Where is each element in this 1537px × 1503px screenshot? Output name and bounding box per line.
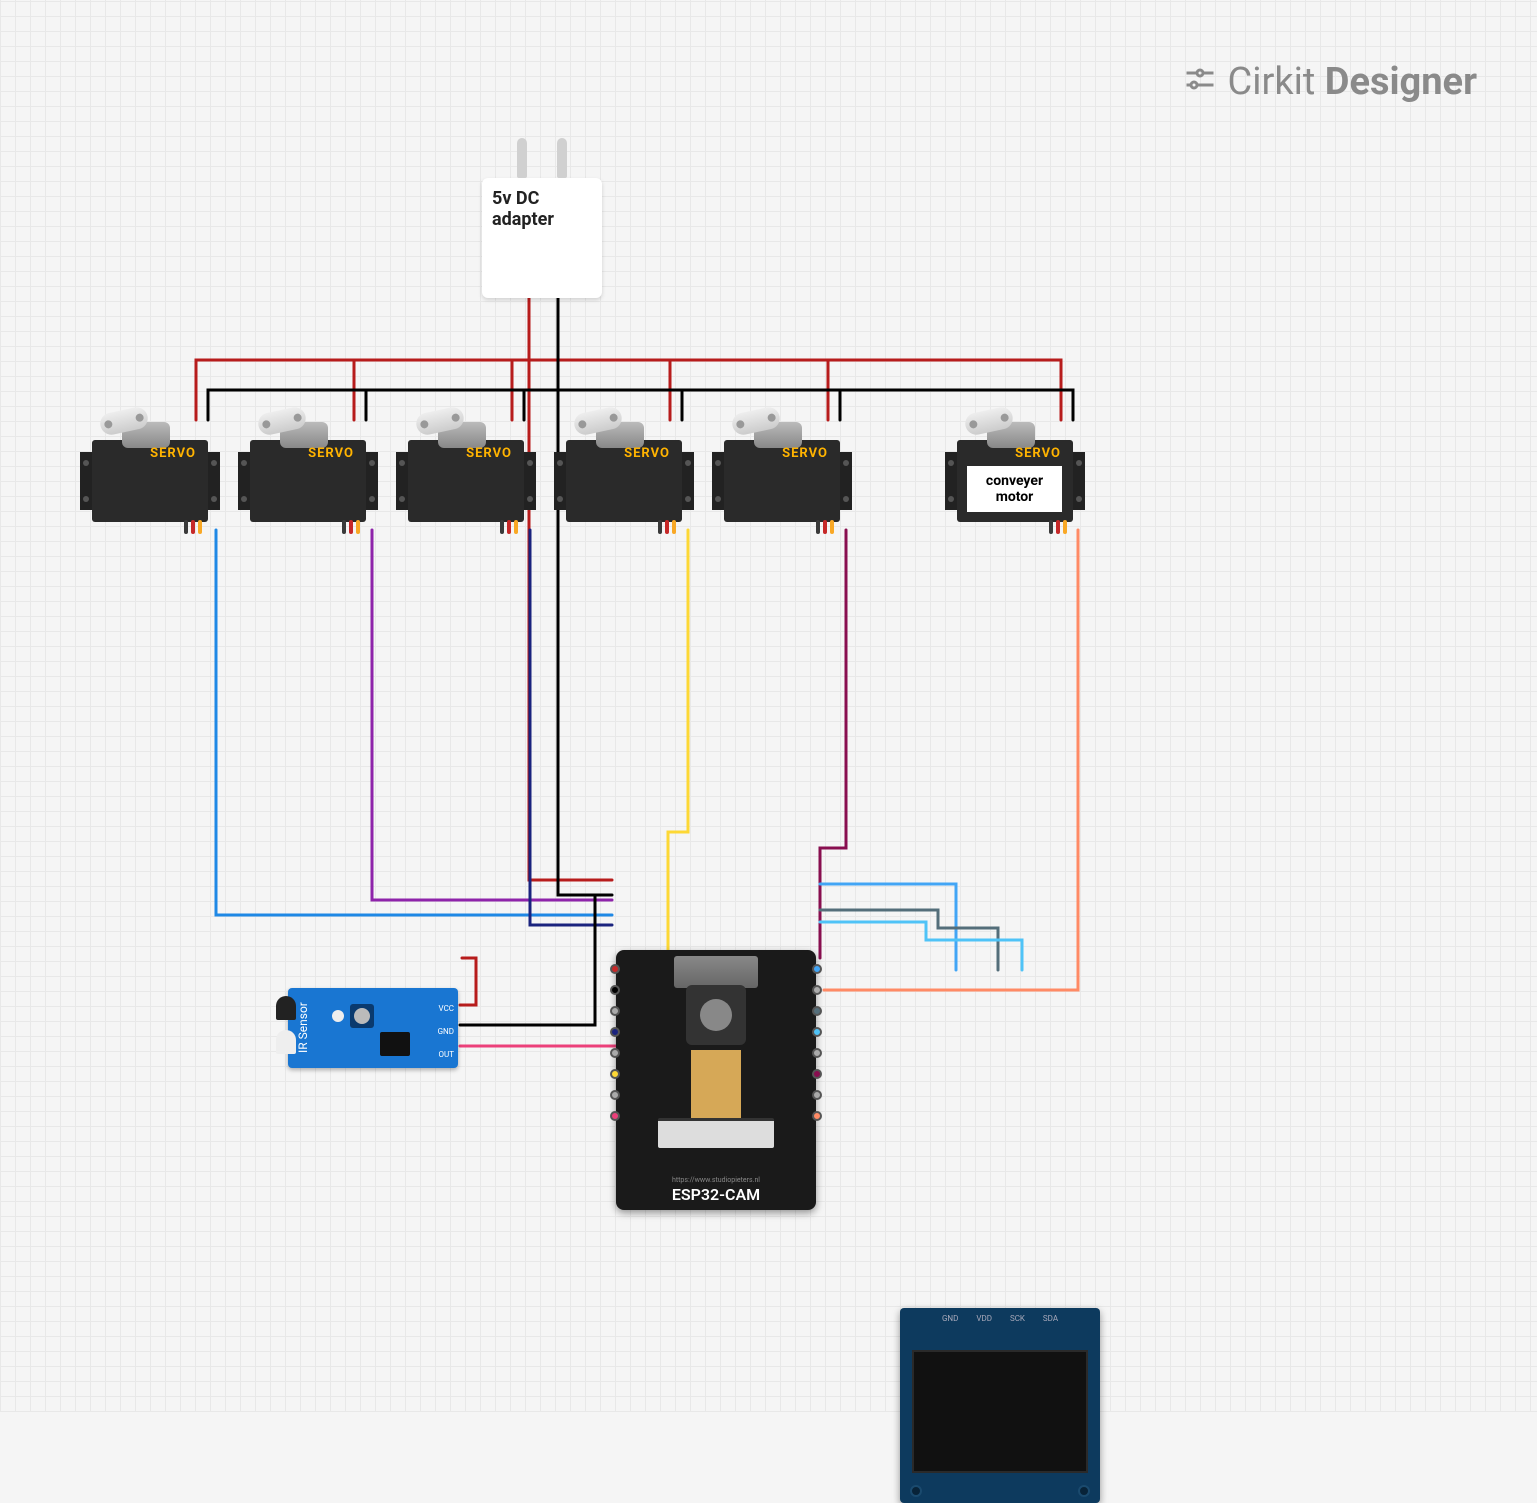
servo-wires — [658, 520, 676, 534]
servo-mount-tab — [396, 452, 408, 510]
camera-lens — [686, 985, 746, 1045]
servo-mount-tab — [238, 452, 250, 510]
servo-wires — [816, 520, 834, 534]
servo-5[interactable]: SERVO — [712, 420, 852, 530]
servo-6[interactable]: SERVO conveyer motor — [945, 420, 1085, 530]
servo-4[interactable]: SERVO — [554, 420, 694, 530]
wire[interactable] — [529, 298, 612, 880]
servo-mount-tab — [682, 452, 694, 510]
esp-pins-left — [610, 964, 620, 1121]
wire[interactable] — [558, 298, 612, 895]
wire[interactable] — [630, 530, 688, 952]
servo-mount-tab — [208, 452, 220, 510]
servo-label: SERVO — [150, 446, 196, 461]
servo-label: SERVO — [782, 446, 828, 461]
servo-mount-tab — [524, 452, 536, 510]
servo-3[interactable]: SERVO — [396, 420, 536, 530]
plug-prong — [517, 138, 527, 178]
esp-label: ESP32-CAM — [616, 1185, 816, 1204]
esp-sublabel: https://www.studiopieters.nl — [616, 1176, 816, 1184]
servo-mount-tab — [554, 452, 566, 510]
servo-label: SERVO — [1015, 446, 1061, 461]
servo-wires — [1049, 520, 1067, 534]
wire[interactable] — [512, 298, 529, 420]
servo-wires — [342, 520, 360, 534]
ir-receiver-led — [276, 1030, 296, 1054]
oled-pin-labels: GNDVDDSCKSDA — [942, 1314, 1058, 1323]
wire[interactable] — [460, 958, 476, 1005]
servo-wires — [500, 520, 518, 534]
oled-display[interactable]: GNDVDDSCKSDA — [900, 1308, 1100, 1503]
wire[interactable] — [460, 972, 628, 1046]
sd-card-slot — [674, 956, 758, 988]
servo-wires — [184, 520, 202, 534]
servo-mount-tab — [366, 452, 378, 510]
camera-ribbon — [691, 1050, 741, 1120]
servo-mount-tab — [80, 452, 92, 510]
esp-pins-right — [812, 964, 822, 1121]
ir-comparator-chip — [380, 1032, 410, 1056]
servo-mount-tab — [1073, 452, 1085, 510]
ir-sensor-label: IR Sensor — [296, 1002, 310, 1053]
ir-potentiometer[interactable] — [350, 1004, 374, 1028]
servo-label: SERVO — [624, 446, 670, 461]
ir-sensor[interactable]: IR Sensor VCCGNDOUT — [288, 988, 458, 1068]
servo-mount-tab — [840, 452, 852, 510]
servo-label: SERVO — [466, 446, 512, 461]
servo-label: SERVO — [308, 446, 354, 461]
ir-pin-labels: VCCGNDOUT — [438, 1004, 454, 1059]
wire[interactable] — [820, 530, 846, 958]
wire[interactable] — [354, 298, 529, 420]
wire[interactable] — [530, 530, 612, 925]
conveyer-motor-label: conveyer motor — [967, 466, 1062, 512]
dc-adapter[interactable]: 5v DCadapter — [482, 178, 602, 298]
esp32-cam[interactable]: https://www.studiopieters.nl ESP32-CAM — [616, 950, 816, 1210]
wire[interactable] — [216, 530, 612, 915]
ir-emitter-led — [276, 996, 296, 1020]
dc-adapter-label: 5v DCadapter — [492, 188, 554, 230]
wire[interactable] — [372, 530, 612, 900]
servo-1[interactable]: SERVO — [80, 420, 220, 530]
oled-mounting-holes — [910, 1485, 1090, 1497]
camera-connector — [658, 1118, 774, 1148]
wire[interactable] — [820, 884, 956, 970]
wire[interactable] — [529, 298, 1061, 420]
servo-mount-tab — [945, 452, 957, 510]
servo-2[interactable]: SERVO — [238, 420, 378, 530]
plug-prong — [557, 138, 567, 178]
servo-mount-tab — [712, 452, 724, 510]
ir-status-led — [332, 1010, 344, 1022]
